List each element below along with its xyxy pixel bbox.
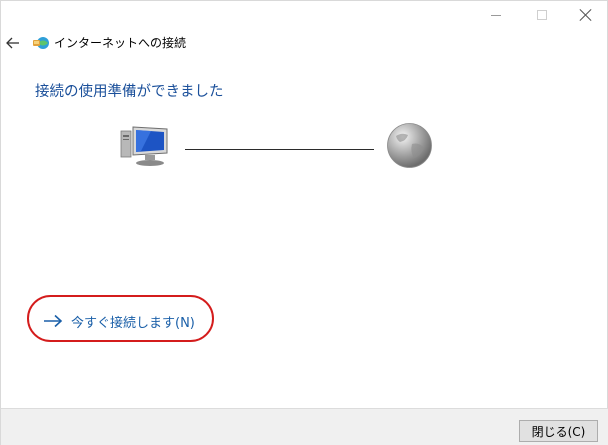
computer-monitor-icon bbox=[120, 126, 168, 166]
back-arrow-icon[interactable] bbox=[4, 34, 22, 52]
close-icon bbox=[580, 9, 592, 21]
minimize-button[interactable] bbox=[473, 1, 519, 29]
page-heading: 接続の使用準備ができました bbox=[35, 84, 224, 100]
connection-line bbox=[185, 149, 374, 150]
dialog-window: インターネットへの接続 接続の使用準備ができました 今すぐ接続します(N) 閉じ… bbox=[0, 0, 608, 445]
dialog-footer: 閉じる(C) bbox=[1, 408, 608, 445]
network-connection-icon bbox=[33, 37, 49, 49]
right-arrow-icon bbox=[44, 314, 63, 328]
close-window-button[interactable] bbox=[563, 1, 608, 29]
connect-now-label: 今すぐ接続します(N) bbox=[71, 315, 195, 331]
maximize-icon bbox=[537, 10, 547, 20]
globe-icon bbox=[387, 123, 432, 168]
minimize-icon bbox=[491, 14, 501, 16]
maximize-button[interactable] bbox=[519, 1, 565, 29]
window-title: インターネットへの接続 bbox=[54, 36, 187, 50]
connect-now-link[interactable]: 今すぐ接続します(N) bbox=[43, 310, 195, 332]
close-button[interactable]: 閉じる(C) bbox=[519, 420, 598, 442]
